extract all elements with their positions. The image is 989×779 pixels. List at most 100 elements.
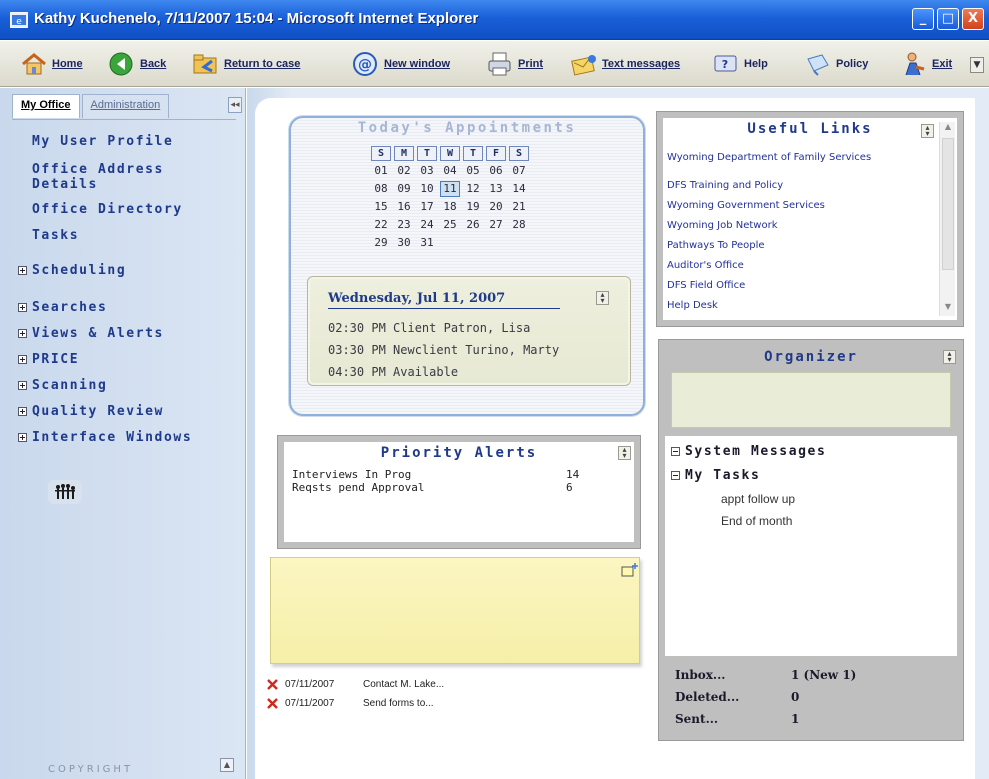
- sent-link[interactable]: Sent...: [675, 712, 718, 726]
- calendar-day-today[interactable]: 11: [440, 181, 460, 197]
- calendar-day[interactable]: 19: [463, 199, 483, 215]
- task-item[interactable]: 07/11/2007 Contact M. Lake...: [266, 678, 444, 691]
- tab-my-office[interactable]: My Office: [12, 94, 80, 118]
- nav-section-interface-windows[interactable]: Interface Windows: [18, 430, 192, 445]
- family-icon[interactable]: [48, 480, 82, 504]
- calendar-day[interactable]: 13: [486, 181, 506, 197]
- calendar-day[interactable]: 23: [394, 217, 414, 233]
- calendar-day[interactable]: 12: [463, 181, 483, 197]
- link-item[interactable]: Help Desk: [667, 300, 929, 312]
- exit-button[interactable]: Exit: [900, 50, 952, 78]
- nav-section-price[interactable]: PRICE: [18, 352, 79, 367]
- calendar-day[interactable]: 29: [371, 235, 391, 251]
- link-item[interactable]: DFS Field Office: [667, 280, 929, 292]
- alert-label[interactable]: Reqsts pend Approval: [292, 481, 424, 494]
- appointment-entry[interactable]: 02:30 PM Client Patron, Lisa: [328, 321, 530, 335]
- calendar-day[interactable]: 25: [440, 217, 460, 233]
- scroll-up-button[interactable]: ▲: [220, 758, 234, 772]
- nav-section-label: Interface Windows: [32, 430, 193, 445]
- new-window-button[interactable]: @ New window: [352, 50, 450, 78]
- new-note-icon[interactable]: [621, 562, 639, 578]
- toolbar-overflow-button[interactable]: ▼: [970, 57, 984, 73]
- calendar-day[interactable]: 26: [463, 217, 483, 233]
- calendar-day[interactable]: 22: [371, 217, 391, 233]
- calendar-day[interactable]: 21: [509, 199, 529, 215]
- calendar-day[interactable]: 17: [417, 199, 437, 215]
- link-item[interactable]: DFS Training and Policy: [667, 180, 929, 192]
- appointment-entry[interactable]: 03:30 PM Newclient Turino, Marty: [328, 343, 559, 357]
- calendar-day[interactable]: 03: [417, 163, 437, 179]
- text-messages-button[interactable]: Text messages: [570, 50, 680, 78]
- delete-x-icon[interactable]: [266, 678, 279, 691]
- appointment-date-heading[interactable]: Wednesday, Jul 11, 2007: [328, 291, 560, 309]
- calendar-day[interactable]: 24: [417, 217, 437, 233]
- calendar-day[interactable]: 27: [486, 217, 506, 233]
- calendar-day[interactable]: 01: [371, 163, 391, 179]
- expand-toggle-icon[interactable]: ▴ ▾: [618, 446, 631, 460]
- maximize-button[interactable]: □: [937, 8, 959, 30]
- scroll-thumb[interactable]: [942, 138, 954, 270]
- home-button[interactable]: Home: [20, 50, 83, 78]
- expand-toggle-icon[interactable]: ▴ ▾: [921, 124, 934, 138]
- collapse-panel-button[interactable]: ◂◂: [228, 97, 242, 113]
- nav-section-quality-review[interactable]: Quality Review: [18, 404, 164, 419]
- print-button[interactable]: Print: [486, 50, 543, 78]
- expand-toggle-icon[interactable]: ▴ ▾: [596, 291, 609, 305]
- calendar-day[interactable]: 16: [394, 199, 414, 215]
- calendar-day[interactable]: 09: [394, 181, 414, 197]
- policy-button[interactable]: Policy: [804, 50, 868, 78]
- calendar-day[interactable]: 06: [486, 163, 506, 179]
- nav-tasks[interactable]: Tasks: [32, 228, 232, 243]
- expand-toggle-icon[interactable]: ▴ ▾: [943, 350, 956, 364]
- calendar-day[interactable]: 20: [486, 199, 506, 215]
- calendar-day[interactable]: 04: [440, 163, 460, 179]
- nav-office-directory[interactable]: Office Directory: [32, 202, 232, 217]
- nav-section-views-alerts[interactable]: Views & Alerts: [18, 326, 164, 341]
- calendar-day[interactable]: 15: [371, 199, 391, 215]
- my-tasks-node[interactable]: My Tasks: [671, 468, 760, 483]
- link-item[interactable]: Wyoming Government Services: [667, 200, 929, 212]
- home-label: Home: [52, 58, 83, 70]
- nav-office-address-details[interactable]: Office Address Details: [32, 162, 232, 192]
- deleted-link[interactable]: Deleted...: [675, 690, 739, 704]
- calendar-day[interactable]: 07: [509, 163, 529, 179]
- organizer-task[interactable]: appt follow up: [721, 492, 795, 506]
- nav-section-scanning[interactable]: Scanning: [18, 378, 107, 393]
- task-item[interactable]: 07/11/2007 Send forms to...: [266, 697, 434, 710]
- tab-administration[interactable]: Administration: [81, 94, 170, 118]
- link-item[interactable]: Wyoming Department of Family Services: [667, 152, 929, 164]
- system-messages-node[interactable]: System Messages: [671, 444, 826, 459]
- link-item[interactable]: Auditor's Office: [667, 260, 929, 272]
- calendar-day[interactable]: 14: [509, 181, 529, 197]
- calendar-day[interactable]: 02: [394, 163, 414, 179]
- calendar-day[interactable]: 18: [440, 199, 460, 215]
- sticky-note[interactable]: [270, 557, 640, 664]
- calendar-day[interactable]: 30: [394, 235, 414, 251]
- calendar-day[interactable]: 10: [417, 181, 437, 197]
- alert-label[interactable]: Interviews In Prog: [292, 468, 411, 481]
- appointment-entry[interactable]: 04:30 PM Available: [328, 365, 458, 379]
- nav-my-user-profile[interactable]: My User Profile: [32, 134, 232, 149]
- back-button[interactable]: Back: [108, 50, 166, 78]
- calendar-day[interactable]: 08: [371, 181, 391, 197]
- nav-section-scheduling[interactable]: Scheduling: [18, 263, 126, 278]
- task-text[interactable]: Contact M. Lake...: [363, 679, 444, 690]
- delete-x-icon[interactable]: [266, 697, 279, 710]
- nav-section-searches[interactable]: Searches: [18, 300, 107, 315]
- close-button[interactable]: X: [962, 8, 984, 30]
- scroll-up-arrow-icon[interactable]: ▲: [940, 122, 956, 136]
- inbox-link[interactable]: Inbox...: [675, 668, 725, 682]
- scroll-down-arrow-icon[interactable]: ▼: [940, 302, 956, 316]
- link-item[interactable]: Wyoming Job Network: [667, 220, 929, 232]
- task-text[interactable]: Send forms to...: [363, 698, 434, 709]
- organizer-input-area[interactable]: [671, 372, 951, 428]
- link-item[interactable]: Pathways To People: [667, 240, 929, 252]
- help-button[interactable]: ? Help: [712, 50, 768, 78]
- calendar-day[interactable]: 28: [509, 217, 529, 233]
- minimize-button[interactable]: _: [912, 8, 934, 30]
- links-scrollbar[interactable]: ▲ ▼: [939, 122, 955, 316]
- calendar-day[interactable]: 05: [463, 163, 483, 179]
- return-to-case-button[interactable]: Return to case: [192, 50, 300, 78]
- calendar-day[interactable]: 31: [417, 235, 437, 251]
- organizer-task[interactable]: End of month: [721, 514, 792, 528]
